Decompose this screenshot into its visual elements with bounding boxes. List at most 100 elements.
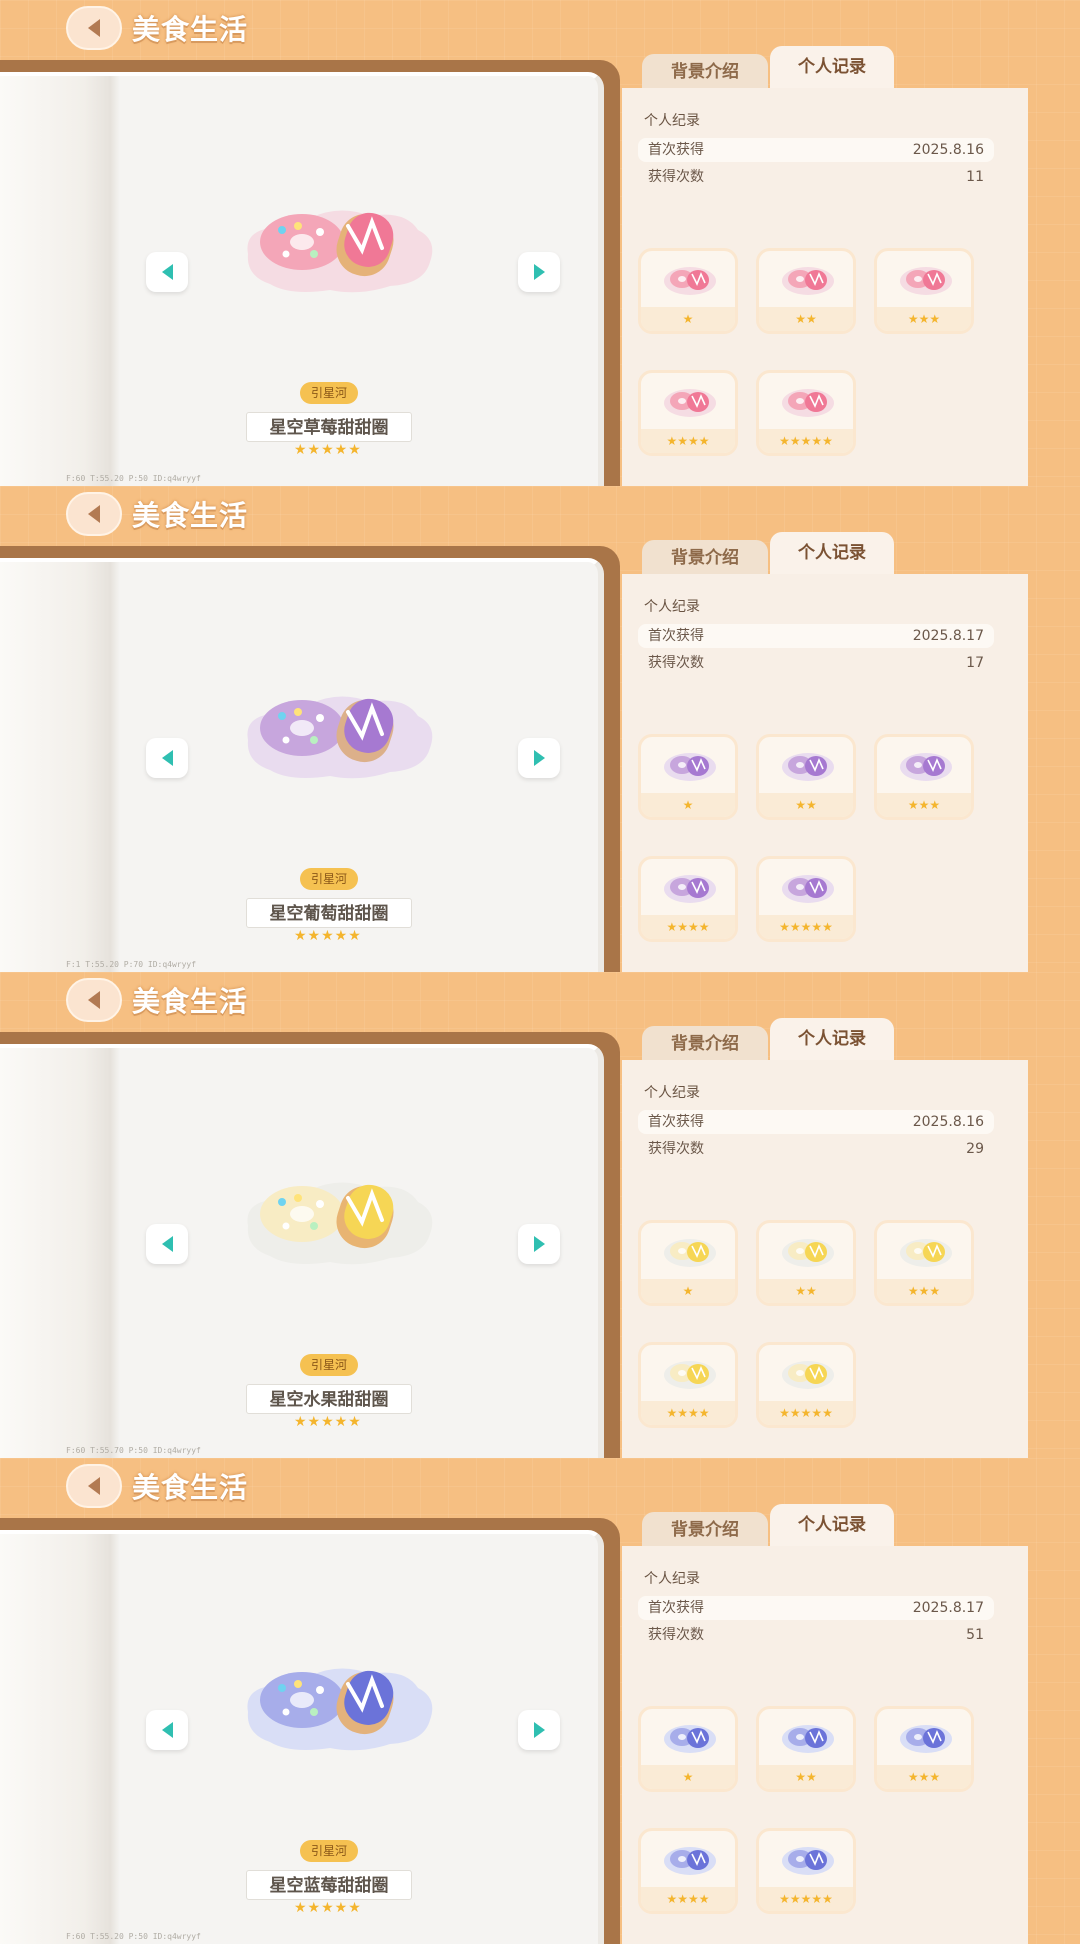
arrow-right-icon [533,750,545,766]
variant-card-2[interactable]: ★★ [756,734,856,820]
donut-variant-icon [664,1725,716,1753]
record-section-title: 个人纪录 [644,599,700,615]
variant-card-3[interactable]: ★★★ [874,248,974,334]
donut-variant-icon [664,1847,716,1875]
variant-stars: ★★ [759,793,853,817]
back-arrow-icon [88,1477,100,1495]
book-spine [0,76,120,486]
back-button[interactable] [66,6,122,50]
back-button[interactable] [66,492,122,536]
variant-stars: ★ [641,307,735,331]
prev-item-button[interactable] [146,1224,188,1264]
tab-personal-record[interactable]: 个人记录 [770,1504,894,1548]
variant-card-2[interactable]: ★★ [756,248,856,334]
variant-card-3[interactable]: ★★★ [874,734,974,820]
variant-card-1[interactable]: ★ [638,734,738,820]
record-panel: 个人纪录 首次获得 2025.8.16 获得次数 29 ★ ★★ ★★★ ★★★★ ★★… [622,1060,1028,1458]
item-name: 星空水果甜甜圈 [246,1384,412,1414]
collection-panel-2: 美食生活 引星河 星空葡萄甜甜圈 ★★★★★ F:1 T:55.20 P:70 … [0,486,1080,972]
variant-card-5[interactable]: ★★★★★ [756,1342,856,1428]
variant-stars: ★★★★ [641,1887,735,1911]
variant-stars: ★★★ [877,307,971,331]
tab-background-intro[interactable]: 背景介绍 [642,1512,768,1548]
first-obtained-value: 2025.8.16 [912,1114,984,1130]
book-spine [0,1534,120,1944]
first-obtained-label: 首次获得 [648,1600,704,1616]
variant-stars: ★★★ [877,1765,971,1789]
variant-card-5[interactable]: ★★★★★ [756,370,856,456]
donut-variant-icon [782,267,834,295]
donut-variant-icon [664,1361,716,1389]
donut-variant-icon [900,267,952,295]
variant-card-2[interactable]: ★★ [756,1706,856,1792]
variant-card-4[interactable]: ★★★★ [638,370,738,456]
variant-card-4[interactable]: ★★★★ [638,1342,738,1428]
tab-personal-record[interactable]: 个人记录 [770,532,894,576]
obtain-count-value: 29 [966,1141,984,1157]
first-obtained-label: 首次获得 [648,1114,704,1130]
collection-panel-1: 美食生活 引星河 星空草莓甜甜圈 ★★★★★ F:60 T:55.20 P:50… [0,0,1080,486]
collection-panel-3: 美食生活 引星河 星空水果甜甜圈 ★★★★★ F:60 T:55.70 P:50… [0,972,1080,1458]
record-row-first-obtained: 首次获得 2025.8.17 [638,624,994,648]
next-item-button[interactable] [518,252,560,292]
record-row-obtain-count: 获得次数 11 [638,165,994,189]
donut-variant-icon [900,1239,952,1267]
prev-item-button[interactable] [146,252,188,292]
variant-stars: ★ [641,1279,735,1303]
variant-card-1[interactable]: ★ [638,1706,738,1792]
donut-variant-icon [782,1361,834,1389]
next-item-button[interactable] [518,1224,560,1264]
variant-stars: ★★ [759,1765,853,1789]
donut-variant-icon [782,753,834,781]
back-arrow-icon [88,991,100,1009]
page-title: 美食生活 [132,1471,249,1504]
book-spine [0,1048,120,1458]
arrow-right-icon [533,1236,545,1252]
debug-overlay-text: F:60 T:55.20 P:50 ID:q4wryyf [66,1932,201,1941]
tab-personal-record[interactable]: 个人记录 [770,46,894,90]
variant-card-1[interactable]: ★ [638,1220,738,1306]
record-section-title: 个人纪录 [644,1085,700,1101]
variant-stars: ★★★★★ [759,429,853,453]
variant-stars: ★★★★ [641,915,735,939]
donut-plate-icon [247,1668,433,1751]
donut-variant-icon [782,1847,834,1875]
obtain-count-value: 51 [966,1627,984,1643]
variant-card-3[interactable]: ★★★ [874,1706,974,1792]
donut-plate-image [247,210,433,293]
prev-item-button[interactable] [146,1710,188,1750]
first-obtained-value: 2025.8.16 [912,142,984,158]
variant-card-4[interactable]: ★★★★ [638,1828,738,1914]
variant-stars: ★★★★★ [759,1401,853,1425]
arrow-left-icon [161,1722,173,1738]
variant-card-5[interactable]: ★★★★★ [756,856,856,942]
next-item-button[interactable] [518,738,560,778]
obtain-count-label: 获得次数 [648,655,704,671]
prev-item-button[interactable] [146,738,188,778]
variant-card-1[interactable]: ★ [638,248,738,334]
record-section-title: 个人纪录 [644,113,700,129]
next-item-button[interactable] [518,1710,560,1750]
donut-plate-image [247,696,433,779]
tab-background-intro[interactable]: 背景介绍 [642,54,768,90]
tab-background-intro[interactable]: 背景介绍 [642,540,768,576]
variant-card-2[interactable]: ★★ [756,1220,856,1306]
variant-card-4[interactable]: ★★★★ [638,856,738,942]
obtain-count-label: 获得次数 [648,169,704,185]
tab-background-intro[interactable]: 背景介绍 [642,1026,768,1062]
variant-card-5[interactable]: ★★★★★ [756,1828,856,1914]
back-button[interactable] [66,978,122,1022]
debug-overlay-text: F:1 T:55.20 P:70 ID:q4wryyf [66,960,197,969]
donut-variant-icon [664,267,716,295]
variant-stars: ★★★★ [641,1401,735,1425]
variant-card-3[interactable]: ★★★ [874,1220,974,1306]
arrow-left-icon [161,264,173,280]
tab-personal-record[interactable]: 个人记录 [770,1018,894,1062]
donut-variant-icon [664,1239,716,1267]
back-button[interactable] [66,1464,122,1508]
obtain-count-value: 11 [966,169,984,185]
record-row-first-obtained: 首次获得 2025.8.17 [638,1596,994,1620]
item-rating-stars: ★★★★★ [294,928,362,944]
item-source-tag: 引星河 [300,868,358,890]
record-panel: 个人纪录 首次获得 2025.8.16 获得次数 11 ★ ★★ ★★★ ★★★★ ★★… [622,88,1028,486]
